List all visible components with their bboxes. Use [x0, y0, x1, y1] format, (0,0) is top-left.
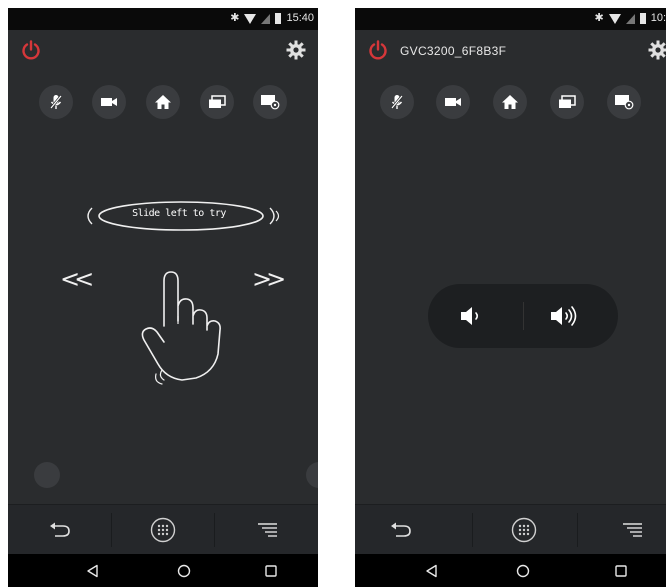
quick-actions-row — [8, 85, 318, 125]
back-arrow-icon — [391, 522, 411, 537]
power-button[interactable] — [20, 39, 42, 61]
next-page-button[interactable] — [306, 462, 318, 488]
mic-muted-icon — [391, 95, 403, 109]
status-bar: ✱ 15:40 — [8, 8, 318, 30]
status-bar: ✱ 10: — [355, 8, 666, 30]
nav-recents-icon — [615, 565, 627, 577]
right-arrows: >> — [252, 265, 286, 293]
signal-icon — [625, 13, 635, 24]
volume-control — [428, 284, 618, 348]
presentation-button[interactable] — [607, 85, 641, 119]
left-arrows: << — [60, 265, 94, 293]
nav-home-icon — [516, 564, 530, 578]
volume-up-icon — [551, 306, 577, 326]
status-time: 10: — [650, 12, 666, 24]
hand-gesture-icon — [141, 271, 221, 385]
nav-home-button[interactable] — [513, 562, 533, 580]
slide-hint: Slide left to try — [78, 198, 288, 234]
window-button[interactable] — [550, 85, 584, 119]
window-button[interactable] — [200, 85, 234, 119]
top-bar — [8, 30, 318, 70]
window-icon — [209, 95, 226, 108]
settings-button[interactable] — [286, 40, 306, 60]
volume-down-icon — [461, 307, 479, 325]
battery-icon — [639, 13, 646, 24]
home-icon — [502, 95, 518, 109]
prev-page-button[interactable] — [34, 462, 60, 488]
settings-button[interactable] — [648, 40, 666, 60]
nav-back-button[interactable] — [422, 562, 442, 580]
home-button[interactable] — [493, 85, 527, 119]
presentation-button[interactable] — [253, 85, 287, 119]
system-nav-bar — [8, 554, 318, 587]
menu-button[interactable] — [617, 515, 647, 545]
bluetooth-icon: ✱ — [594, 12, 604, 24]
device-name: GVC3200_6F8B3F — [400, 44, 507, 58]
keypad-button[interactable] — [148, 515, 178, 545]
wifi-icon — [244, 13, 257, 24]
nav-back-button[interactable] — [83, 562, 103, 580]
top-bar: GVC3200_6F8B3F — [355, 30, 666, 70]
right-screen: ✱ 10: GVC3200_6F8B3F — [355, 8, 666, 587]
video-camera-icon — [445, 98, 461, 106]
bluetooth-icon: ✱ — [230, 12, 240, 24]
window-icon — [559, 95, 576, 108]
gear-icon — [286, 40, 306, 60]
signal-icon — [261, 13, 271, 24]
back-button[interactable] — [45, 515, 75, 545]
bottom-bar — [8, 504, 318, 554]
camera-button[interactable] — [92, 85, 126, 119]
volume-down-button[interactable] — [458, 304, 486, 328]
nav-back-icon — [426, 564, 437, 578]
nav-home-icon — [177, 564, 191, 578]
nav-back-icon — [87, 564, 98, 578]
presentation-icon — [261, 95, 280, 110]
bottom-bar — [355, 504, 666, 554]
mute-button[interactable] — [380, 85, 414, 119]
gear-icon — [648, 40, 666, 60]
power-icon — [369, 40, 387, 60]
back-arrow-icon — [50, 522, 70, 537]
keypad-button[interactable] — [509, 515, 539, 545]
battery-icon — [275, 13, 282, 24]
mic-muted-icon — [50, 95, 62, 109]
nav-recents-icon — [265, 565, 277, 577]
menu-icon — [258, 523, 277, 537]
power-button[interactable] — [367, 39, 389, 61]
slide-hint-text: Slide left to try — [132, 208, 226, 219]
video-camera-icon — [101, 98, 117, 106]
keypad-icon — [150, 517, 176, 543]
left-screen: ✱ 15:40 Slide left to try << >> — [8, 8, 318, 587]
nav-home-button[interactable] — [174, 562, 194, 580]
menu-button[interactable] — [252, 515, 282, 545]
menu-icon — [623, 523, 642, 537]
nav-recents-button[interactable] — [611, 562, 631, 580]
presentation-icon — [615, 95, 634, 110]
quick-actions-row — [355, 85, 666, 125]
camera-button[interactable] — [436, 85, 470, 119]
mute-button[interactable] — [39, 85, 73, 119]
keypad-icon — [511, 517, 537, 543]
status-time: 15:40 — [286, 12, 314, 24]
wifi-icon — [608, 13, 621, 24]
system-nav-bar — [355, 554, 666, 587]
power-icon — [22, 40, 40, 60]
volume-up-button[interactable] — [548, 304, 580, 328]
nav-recents-button[interactable] — [261, 562, 281, 580]
home-icon — [155, 95, 171, 109]
home-button[interactable] — [146, 85, 180, 119]
back-button[interactable] — [386, 515, 416, 545]
